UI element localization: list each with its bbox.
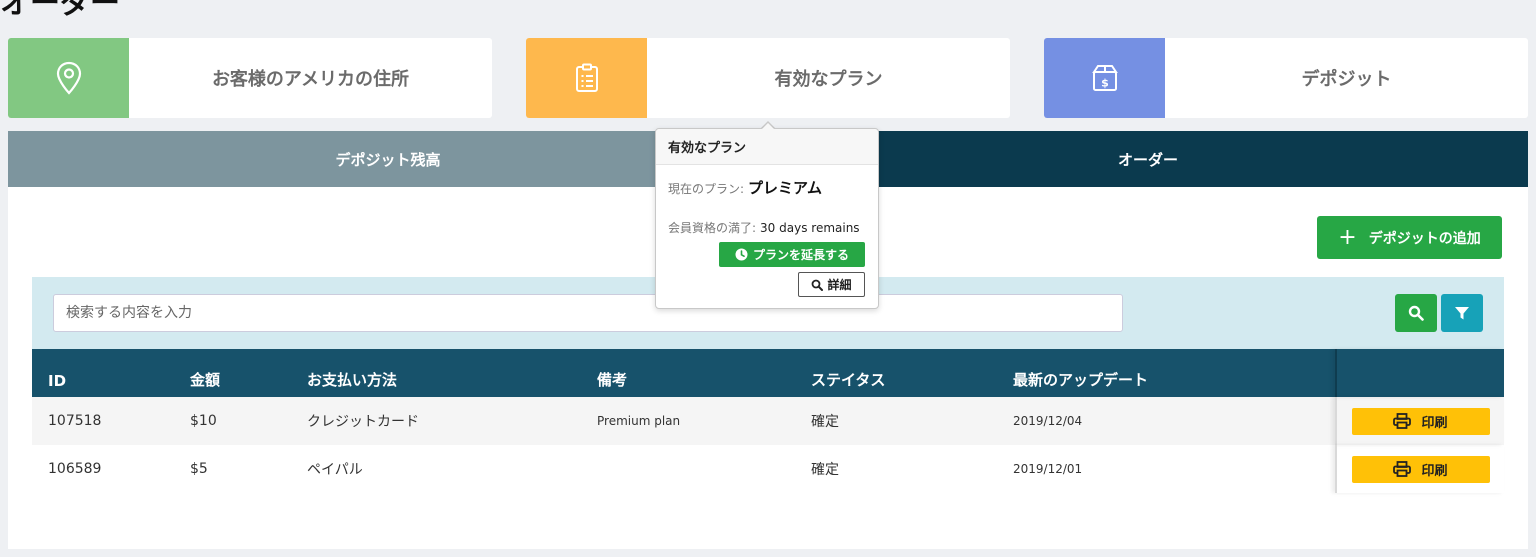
cell-method: ペイパル [307,462,363,478]
current-plan-label: 現在のプラン: [668,182,745,196]
table-row: 107518 $10 クレジットカード Premium plan 確定 2019… [32,397,1504,445]
header-amount[interactable]: 金額 [190,349,307,397]
cell-amount: $5 [190,461,208,477]
cell-updated: 2019/12/01 [1013,462,1083,476]
plan-card[interactable]: 有効なプラン [526,38,1010,118]
deposit-card[interactable]: $ デポジット [1044,38,1528,118]
header-note[interactable]: 備考 [597,349,811,397]
map-pin-icon [8,38,129,118]
address-card-label: お客様のアメリカの住所 [211,69,410,90]
add-deposit-button[interactable]: + デポジットの追加 [1317,216,1502,259]
expiry-value: 30 days remains [760,221,860,235]
header-actions [1335,349,1504,397]
expiry-label: 会員資格の満了: [668,221,757,235]
cell-actions: 印刷 [1335,445,1504,493]
clock-icon [735,248,748,261]
table-header: ID 金額 お支払い方法 備考 ステイタス 最新のアップデート [32,349,1504,397]
deposit-card-label: デポジット [1301,69,1392,90]
print-button[interactable]: 印刷 [1351,455,1490,483]
plan-popover: 有効なプラン 現在のプラン: プレミアム 会員資格の満了: 30 days re… [655,128,879,309]
filter-button[interactable] [1441,294,1483,332]
print-label: 印刷 [1421,415,1448,431]
search-icon [1408,305,1424,321]
current-plan-line: 現在のプラン: プレミアム [668,177,822,198]
cell-note: Premium plan [597,414,681,428]
header-payment-method[interactable]: お支払い方法 [307,349,597,397]
plan-card-label: 有効なプラン [774,69,883,90]
cell-id: 107518 [48,413,102,429]
orders-table: ID 金額 お支払い方法 備考 ステイタス 最新のアップデート 107518 $… [32,349,1504,493]
popover-title: 有効なプラン [656,129,878,165]
search-icon [812,279,824,291]
cell-method: クレジットカード [307,414,419,430]
printer-icon [1393,461,1412,477]
tab-orders[interactable]: オーダー [768,131,1528,187]
clipboard-list-icon [526,38,647,118]
page-title: オーダー [0,0,120,21]
cell-id: 106589 [48,461,102,477]
details-label: 詳細 [827,278,852,292]
cell-amount: $10 [190,413,217,429]
add-deposit-label: デポジットの追加 [1368,230,1481,247]
cell-status: 確定 [811,414,839,430]
popover-arrow-inner [762,123,774,129]
search-button[interactable] [1395,294,1437,332]
extend-plan-button[interactable]: プランを延長する [719,242,865,267]
expiry-line: 会員資格の満了: 30 days remains [668,219,860,236]
plus-icon: + [1338,224,1357,250]
dollar-box-icon: $ [1044,38,1165,118]
tab-deposit-balance[interactable]: デポジット残高 [8,131,768,187]
cell-note [597,445,811,493]
cell-status: 確定 [811,462,839,478]
extend-plan-label: プランを延長する [752,248,849,262]
print-button[interactable]: 印刷 [1351,407,1490,435]
cell-updated: 2019/12/04 [1013,414,1083,428]
header-status[interactable]: ステイタス [811,349,1013,397]
address-card[interactable]: お客様のアメリカの住所 [8,38,492,118]
details-button[interactable]: 詳細 [798,272,865,297]
filter-icon [1455,307,1469,320]
table-row: 106589 $5 ペイパル 確定 2019/12/01 印刷 [32,445,1504,493]
print-label: 印刷 [1421,463,1448,479]
printer-icon [1393,413,1412,429]
svg-text:$: $ [1101,77,1109,90]
header-updated[interactable]: 最新のアップデート [1013,349,1335,397]
search-input[interactable] [53,294,1123,332]
header-id[interactable]: ID [32,349,190,397]
cell-actions: 印刷 [1335,397,1504,445]
current-plan-value: プレミアム [748,179,822,197]
